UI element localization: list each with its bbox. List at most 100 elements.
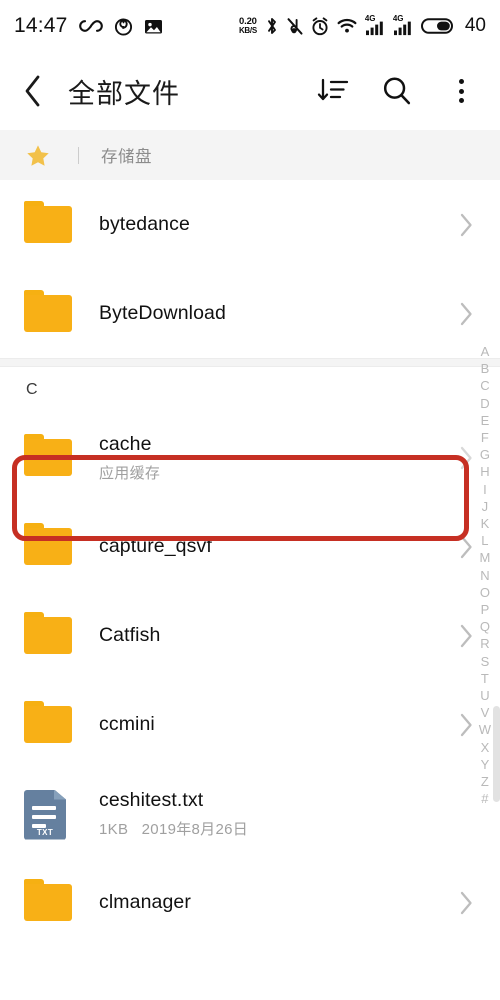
breadcrumb-path: 存储盘 bbox=[101, 148, 152, 166]
alphabet-index-letter[interactable]: R bbox=[480, 635, 490, 652]
txt-file-badge: TXT bbox=[36, 827, 54, 837]
alphabet-index-letter[interactable]: T bbox=[481, 670, 489, 687]
folder-icon bbox=[24, 611, 72, 660]
signal-generation-label-2: 4G bbox=[392, 13, 404, 23]
list-item-body: bytedance bbox=[99, 213, 456, 236]
list-item[interactable]: capture_qsvf bbox=[0, 502, 500, 591]
list-item-name: ccmini bbox=[99, 713, 155, 735]
folder-icon bbox=[24, 200, 72, 249]
alphabet-index-letter[interactable]: F bbox=[481, 429, 489, 446]
alphabet-index-letter[interactable]: E bbox=[481, 412, 490, 429]
alphabet-index-letter[interactable]: X bbox=[481, 739, 490, 756]
alphabet-index-letter[interactable]: G bbox=[480, 446, 490, 463]
list-item-body: clmanager bbox=[99, 891, 456, 914]
alphabet-index-letter[interactable]: W bbox=[479, 721, 491, 738]
bluetooth-icon bbox=[265, 16, 279, 36]
alphabet-index[interactable]: A B C D E F G H I J K L M N O P Q R S T U V W X Y Z # bbox=[475, 343, 495, 807]
folder-icon bbox=[24, 433, 72, 482]
alphabet-index-letter[interactable]: K bbox=[481, 515, 490, 532]
folder-icon bbox=[24, 289, 72, 338]
signal-4g-icon-1: 4G bbox=[364, 13, 385, 36]
wifi-icon bbox=[337, 18, 357, 34]
alphabet-index-letter[interactable]: L bbox=[481, 532, 488, 549]
folder-icon bbox=[24, 522, 72, 571]
list-item-name: capture_qsvf bbox=[99, 535, 212, 557]
app-bar-actions bbox=[316, 74, 478, 108]
alarm-icon bbox=[311, 16, 329, 36]
chevron-right-icon[interactable] bbox=[456, 534, 474, 560]
file-list[interactable]: bytedance ByteDownload C cache 应用缓存 capt… bbox=[0, 180, 500, 1000]
list-item-name: bytedance bbox=[99, 213, 190, 235]
status-bar: 14:47 0.20 KB/S 4G 4G 40 bbox=[0, 0, 500, 52]
status-bar-left: 14:47 bbox=[14, 14, 163, 38]
page-title: 全部文件 bbox=[68, 78, 180, 109]
more-options-dots bbox=[458, 77, 464, 105]
list-item-name: ceshitest.txt bbox=[99, 788, 204, 811]
chevron-right-icon[interactable] bbox=[456, 445, 474, 471]
alphabet-index-letter[interactable]: A bbox=[481, 343, 490, 360]
list-item-subtitle: 应用缓存 bbox=[99, 464, 161, 482]
folder-icon bbox=[24, 700, 72, 749]
alphabet-index-letter[interactable]: J bbox=[482, 498, 489, 515]
txt-file-icon: TXT bbox=[24, 789, 72, 840]
signal-generation-label-1: 4G bbox=[364, 13, 376, 23]
list-item-name: Catfish bbox=[99, 624, 161, 646]
battery-icon bbox=[420, 17, 454, 35]
list-item[interactable]: ByteDownload bbox=[0, 269, 500, 358]
alphabet-index-letter[interactable]: C bbox=[480, 377, 490, 394]
spiral-icon bbox=[114, 17, 133, 36]
back-button[interactable] bbox=[22, 71, 56, 111]
chevron-right-icon[interactable] bbox=[456, 301, 474, 327]
image-icon bbox=[144, 18, 163, 35]
alphabet-index-letter[interactable]: D bbox=[480, 395, 490, 412]
list-item-name: clmanager bbox=[99, 891, 191, 913]
list-item-body: ceshitest.txt 1KB 2019年8月26日 bbox=[99, 789, 456, 839]
alphabet-index-letter[interactable]: Z bbox=[481, 773, 489, 790]
alphabet-index-letter[interactable]: H bbox=[480, 463, 490, 480]
section-header-letter: C bbox=[26, 381, 39, 398]
alphabet-index-letter[interactable]: # bbox=[481, 790, 488, 807]
more-options-icon[interactable] bbox=[444, 74, 478, 108]
alphabet-index-letter[interactable]: U bbox=[480, 687, 490, 704]
search-icon[interactable] bbox=[380, 74, 414, 108]
signal-4g-icon-2: 4G bbox=[392, 13, 413, 36]
mute-icon bbox=[287, 17, 303, 36]
alphabet-index-letter[interactable]: V bbox=[481, 704, 490, 721]
list-item[interactable]: Catfish bbox=[0, 591, 500, 680]
chevron-right-icon[interactable] bbox=[456, 712, 474, 738]
list-item-body: ccmini bbox=[99, 713, 456, 736]
alphabet-index-letter[interactable]: O bbox=[480, 584, 490, 601]
alphabet-index-letter[interactable]: I bbox=[483, 481, 487, 498]
alphabet-index-letter[interactable]: B bbox=[481, 360, 490, 377]
alphabet-index-letter[interactable]: Y bbox=[481, 756, 490, 773]
file-manager-screen: 14:47 0.20 KB/S 4G 4G 40 全部文件 存储盘 byteda… bbox=[0, 0, 500, 1000]
status-clock: 14:47 bbox=[14, 14, 68, 37]
app-bar: 全部文件 bbox=[0, 52, 500, 130]
sort-descending-icon[interactable] bbox=[316, 74, 350, 108]
chevron-right-icon[interactable] bbox=[456, 890, 474, 916]
alphabet-index-letter[interactable]: N bbox=[480, 567, 490, 584]
folder-icon bbox=[24, 878, 72, 927]
alphabet-index-letter[interactable]: P bbox=[481, 601, 490, 618]
network-speed-unit: KB/S bbox=[238, 26, 257, 36]
chevron-right-icon[interactable] bbox=[456, 212, 474, 238]
breadcrumb: 存储盘 bbox=[0, 130, 500, 180]
list-item-body: capture_qsvf bbox=[99, 535, 456, 558]
alphabet-index-letter[interactable]: S bbox=[481, 653, 490, 670]
list-item-body: cache 应用缓存 bbox=[99, 433, 456, 483]
star-icon[interactable] bbox=[26, 143, 50, 167]
list-item[interactable]: TXT ceshitest.txt 1KB 2019年8月26日 bbox=[0, 769, 500, 858]
network-speed-indicator: 0.20 KB/S bbox=[239, 17, 257, 36]
list-item[interactable]: ccmini bbox=[0, 680, 500, 769]
list-item[interactable]: clmanager bbox=[0, 858, 500, 947]
list-item-name: ByteDownload bbox=[99, 302, 226, 324]
chevron-right-icon[interactable] bbox=[456, 623, 474, 649]
list-item-body: ByteDownload bbox=[99, 302, 456, 325]
alphabet-index-letter[interactable]: Q bbox=[480, 618, 490, 635]
list-item-cache[interactable]: cache 应用缓存 bbox=[0, 413, 500, 502]
list-item-name: cache bbox=[99, 432, 152, 455]
alphabet-index-letter[interactable]: M bbox=[479, 549, 490, 566]
list-item-body: Catfish bbox=[99, 624, 456, 647]
network-speed-value: 0.20 bbox=[239, 15, 257, 27]
list-item[interactable]: bytedance bbox=[0, 180, 500, 269]
